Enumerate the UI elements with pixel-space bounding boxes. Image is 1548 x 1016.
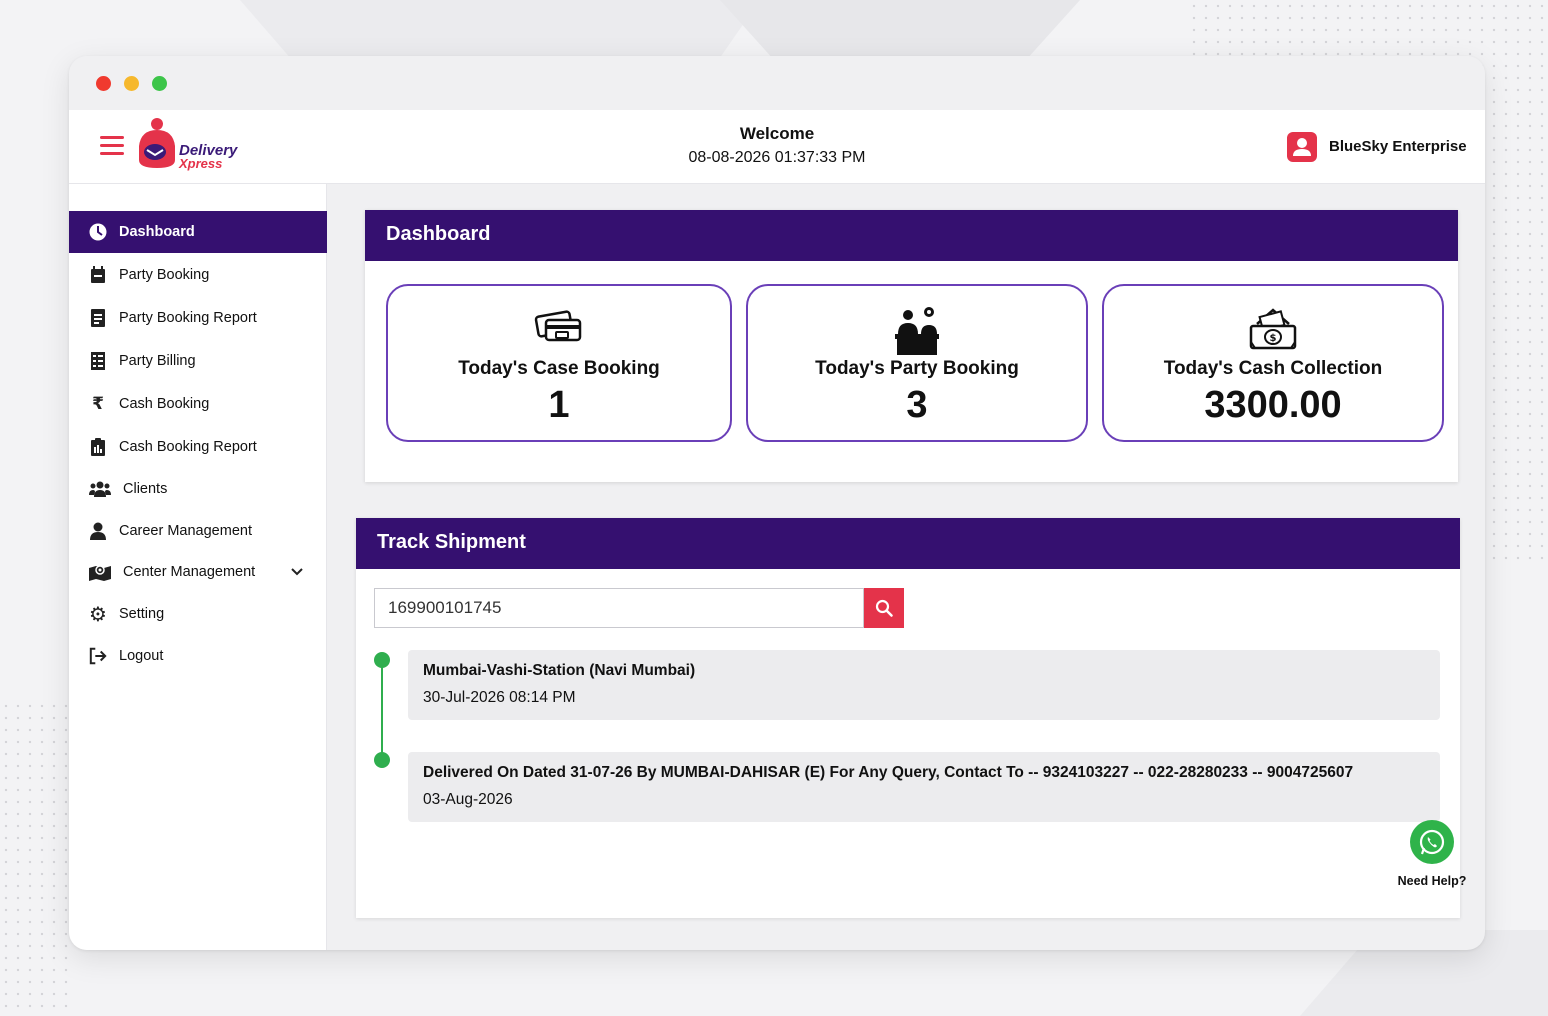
close-window-button[interactable] xyxy=(96,76,111,91)
sidebar-item-center-management[interactable]: Center Management xyxy=(69,551,327,593)
need-help-label: Need Help? xyxy=(1397,874,1467,888)
sidebar-item-setting[interactable]: ⚙ Setting xyxy=(69,593,327,635)
sidebar-item-label: Cash Booking Report xyxy=(119,439,257,455)
sidebar-item-label: Party Billing xyxy=(119,353,196,369)
user-name[interactable]: BlueSky Enterprise xyxy=(1329,138,1467,155)
user-avatar-icon[interactable] xyxy=(1287,132,1317,162)
stat-label: Today's Cash Collection xyxy=(1163,358,1383,379)
sidebar-item-label: Logout xyxy=(119,648,164,664)
sidebar-item-label: Party Booking xyxy=(119,267,210,283)
report-icon xyxy=(89,309,107,327)
user-icon xyxy=(89,522,107,540)
gear-icon: ⚙ xyxy=(89,603,107,626)
svg-text:$: $ xyxy=(1270,333,1277,344)
map-icon xyxy=(89,563,111,581)
welcome-text: Welcome xyxy=(739,124,815,143)
sidebar-item-party-billing[interactable]: Party Billing xyxy=(69,340,327,382)
window-titlebar xyxy=(69,56,1485,110)
stat-card-cash-collection[interactable]: $ Today's Cash Collection 3300.00 xyxy=(1102,284,1444,442)
current-datetime: 08-08-2026 01:37:33 PM xyxy=(688,149,866,166)
background-dots xyxy=(0,700,70,1016)
stat-label: Today's Case Booking xyxy=(458,358,660,379)
people-desk-icon xyxy=(748,306,1086,356)
whatsapp-icon[interactable] xyxy=(1410,820,1454,864)
minimize-window-button[interactable] xyxy=(124,76,139,91)
background-shape xyxy=(720,0,1080,60)
app-header: Delivery Xpress Welcome 08-08-2026 01:37… xyxy=(69,110,1485,184)
stat-value: 3 xyxy=(906,384,928,426)
maximize-window-button[interactable] xyxy=(152,76,167,91)
timeline-dot xyxy=(374,652,390,668)
dashboard-title: Dashboard xyxy=(365,210,1458,261)
sidebar-item-logout[interactable]: Logout xyxy=(69,635,327,677)
dashboard-icon xyxy=(89,223,107,241)
cash-icon: $ xyxy=(1104,306,1442,356)
tracking-event-date: 03-Aug-2026 xyxy=(423,791,513,808)
stat-value: 3300.00 xyxy=(1204,384,1342,426)
rupee-icon: ₹ xyxy=(92,394,104,413)
timeline-dot xyxy=(374,752,390,768)
logout-icon xyxy=(89,647,107,665)
track-shipment-title: Track Shipment xyxy=(356,518,1460,569)
sidebar-item-label: Career Management xyxy=(119,523,252,539)
sidebar-item-cash-booking-report[interactable]: Cash Booking Report xyxy=(69,426,327,468)
sidebar-item-dashboard[interactable]: Dashboard xyxy=(69,211,327,253)
sidebar-item-party-booking-report[interactable]: Party Booking Report xyxy=(69,297,327,339)
tracking-event: Delivered On Dated 31-07-26 By MUMBAI-DA… xyxy=(408,752,1440,822)
tracking-number-input[interactable] xyxy=(374,588,864,628)
dashboard-card: Dashboard Today's Case Booking 1 Today's… xyxy=(365,210,1458,482)
sidebar-item-career-management[interactable]: Career Management xyxy=(69,510,327,552)
track-shipment-card: Track Shipment Mumbai-Vashi-Station (Nav… xyxy=(356,518,1460,918)
tracking-event: Mumbai-Vashi-Station (Navi Mumbai) 30-Ju… xyxy=(408,650,1440,720)
track-search-button[interactable] xyxy=(864,588,904,628)
search-icon xyxy=(875,599,893,617)
sidebar-item-label: Dashboard xyxy=(119,224,195,240)
stat-label: Today's Party Booking xyxy=(815,358,1019,379)
sidebar-item-label: Center Management xyxy=(123,564,256,580)
clipboard-icon xyxy=(89,438,107,456)
users-icon xyxy=(89,480,111,498)
stat-value: 1 xyxy=(548,384,570,426)
stat-card-case-booking[interactable]: Today's Case Booking 1 xyxy=(386,284,732,442)
tracking-event-date: 30-Jul-2026 08:14 PM xyxy=(423,689,576,706)
tracking-event-title: Mumbai-Vashi-Station (Navi Mumbai) xyxy=(423,662,696,679)
sidebar-item-cash-booking[interactable]: ₹ Cash Booking xyxy=(69,383,327,425)
sidebar-item-label: Cash Booking xyxy=(119,396,210,412)
calendar-icon xyxy=(89,266,107,284)
sidebar-item-label: Setting xyxy=(119,606,165,622)
chevron-down-icon[interactable] xyxy=(291,564,307,580)
timeline-line xyxy=(381,660,383,760)
sidebar-item-party-booking[interactable]: Party Booking xyxy=(69,254,327,296)
stat-card-party-booking[interactable]: Today's Party Booking 3 xyxy=(746,284,1088,442)
tracking-event-title: Delivered On Dated 31-07-26 By MUMBAI-DA… xyxy=(423,764,1354,781)
need-help-widget[interactable]: Need Help? xyxy=(1397,820,1467,888)
sidebar: Dashboard Party Booking Party Booking Re… xyxy=(69,184,327,950)
sidebar-item-label: Party Booking Report xyxy=(119,310,257,326)
cards-icon xyxy=(388,306,730,356)
browser-window: Delivery Xpress Welcome 08-08-2026 01:37… xyxy=(69,56,1485,950)
sidebar-item-label: Clients xyxy=(123,481,168,497)
sidebar-item-clients[interactable]: Clients xyxy=(69,468,327,510)
billing-icon xyxy=(89,352,107,370)
background-shape xyxy=(240,0,760,60)
